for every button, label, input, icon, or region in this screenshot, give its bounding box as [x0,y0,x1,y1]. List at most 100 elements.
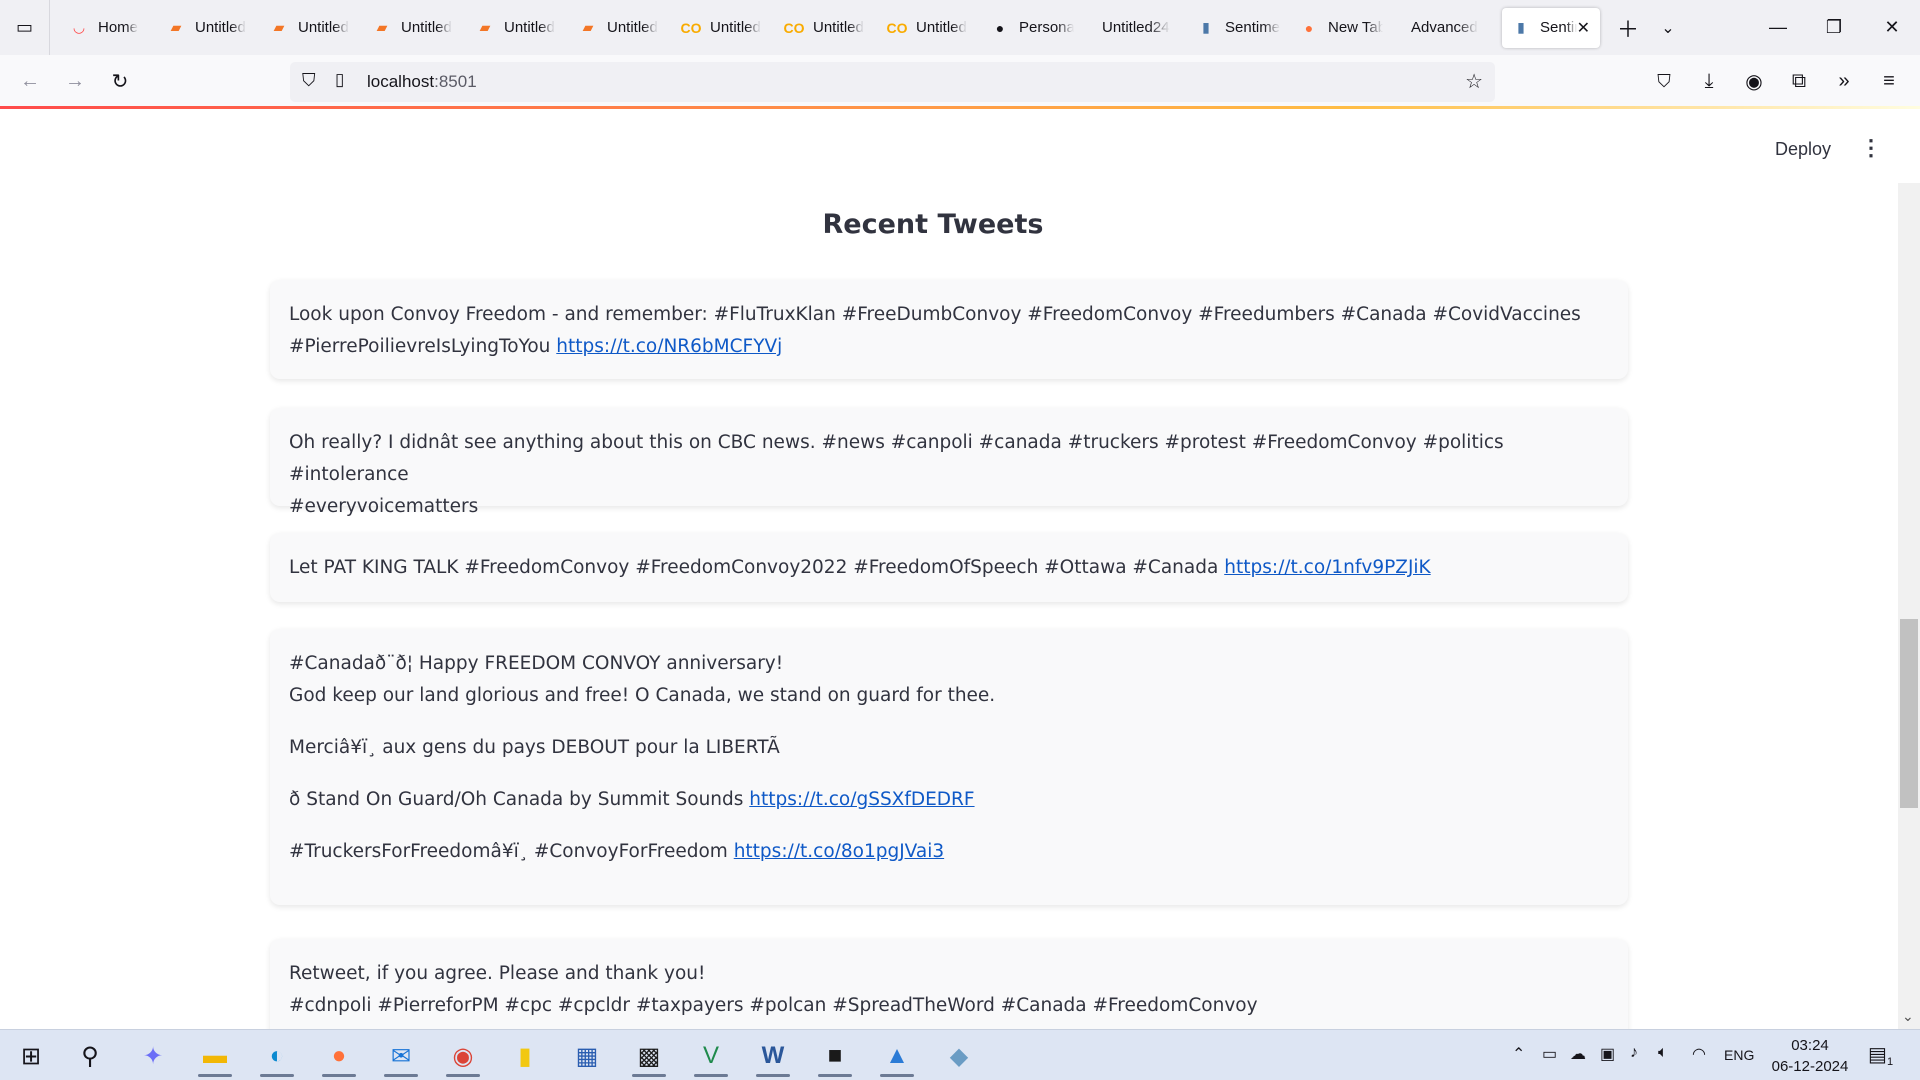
tab-label: Personal [1019,19,1074,36]
language-indicator[interactable]: ENG [1724,1047,1754,1063]
tweet-card: Oh really? I didnât see anything about t… [270,408,1628,517]
tweet-card: Retweet, if you agree. Please and thank … [270,939,1628,1029]
url-text: localhost:8501 [367,72,477,91]
tab-colab[interactable]: CO Untitled [672,8,775,48]
extensions-icon[interactable]: ⧉ [1779,61,1819,101]
tab-label: Untitled [813,19,864,36]
tab-sentiment[interactable]: ▮ Sentiment [1187,8,1290,48]
tab-colab[interactable]: CO Untitled [878,8,981,48]
download-icon[interactable]: ⤓ [1689,61,1729,101]
microphone-icon[interactable]: ♪ [1630,1044,1638,1062]
copilot-icon[interactable]: ✦ [128,1035,178,1077]
onedrive-icon[interactable]: ☁ [1570,1044,1586,1064]
battery-icon[interactable]: ▭ [1542,1044,1557,1064]
tweet-link[interactable]: https://t.co/1nfv9PZJiK [1224,557,1430,578]
tab-label: Untitled24 [1102,19,1170,36]
photos-icon[interactable]: ▲ [872,1035,922,1077]
tab-list-icon: ▭ [15,17,33,37]
github-icon: ● [995,19,1005,36]
url-bar[interactable]: ⛉ ▯ localhost:8501 ☆ [290,62,1495,102]
tweet-link[interactable]: https://t.co/gSSXfDEDRF [749,789,974,810]
terminal-icon[interactable]: ■ [810,1035,860,1077]
volume-icon[interactable]: 🔈︎ [1658,1044,1668,1062]
clock[interactable]: 03:24 06-12-2024 [1755,1035,1865,1077]
notebook-icon: ▰ [273,19,285,35]
tab-list-button[interactable]: ▭ [0,0,50,55]
notebook-icon: ▰ [479,19,491,35]
minimize-button[interactable]: — [1750,0,1806,55]
notebook-icon: ▰ [170,19,182,35]
tab-sentiment-active[interactable]: ▮ Sentiment ✕ [1502,7,1600,48]
tab-home[interactable]: ◡ Home [60,8,157,48]
tweet-link[interactable]: https://t.co/NR6bMCFYVj [556,336,782,357]
streamlit-app: Deploy ⋮ Recent Tweets Look upon Convoy … [0,109,1920,1029]
wifi-icon[interactable]: ◠ [1692,1044,1706,1064]
app-icon[interactable]: ▩ [624,1035,674,1077]
new-tab-button[interactable]: ＋ [1608,8,1648,48]
tab-untitled[interactable]: ▰ Untitled [157,8,260,48]
app2-icon[interactable]: ◆ [934,1035,984,1077]
tab-label: New Tab [1328,19,1383,36]
tweet-text: Oh really? I didnât see anything about t… [289,432,1504,485]
chevron-up-icon[interactable]: ⌃ [1512,1044,1525,1064]
tab-strip: ▭ ◡ Home ▰ Untitled ▰ Untitled ▰ Untitle… [0,0,1920,55]
search-icon[interactable]: ⚲ [65,1035,115,1077]
deploy-button[interactable]: Deploy [1775,139,1831,160]
close-window-button[interactable]: ✕ [1864,0,1920,55]
tab-new-tab[interactable]: ● New Tab [1290,8,1393,48]
tab-untitled[interactable]: ▰ Untitled [466,8,569,48]
windows-start-icon[interactable]: ⊞ [6,1035,56,1077]
tab-label: Sentiment [1225,19,1280,36]
back-button[interactable]: ← [10,61,50,101]
main-menu-icon[interactable]: ⋮ [1860,137,1882,159]
tweet-text: #Canadað¨ð¦ Happy FREEDOM CONVOY anniver… [289,653,784,674]
tab-untitled[interactable]: ▰ Untitled [569,8,672,48]
tweet-text: #cdnpoli #PierreforPM #cpc #cpcldr #taxp… [289,995,1258,1016]
tweet-text: God keep our land glorious and free! O C… [289,685,996,706]
tab-label: Untitled [298,19,349,36]
tweet-text: ð Stand On Guard/Oh Canada by Summit Sou… [289,789,975,810]
account-icon[interactable]: ◉ [1734,61,1774,101]
tweet-text: #TruckersForFreedomâ¥ï¸ #ConvoyForFreedo… [289,841,945,862]
tab-untitled24[interactable]: Untitled24 [1084,8,1187,48]
tweet-text: #everyvoicematters [289,496,479,517]
file-explorer-icon[interactable]: ▬ [190,1035,240,1077]
forward-button[interactable]: → [55,61,95,101]
tab-advanced[interactable]: Advanced [1393,8,1496,48]
hamburger-menu-icon[interactable]: ≡ [1869,61,1909,101]
bookmark-star-icon[interactable]: ☆ [1465,69,1483,94]
notification-icon[interactable]: ▤ [1868,1042,1887,1067]
word-icon[interactable]: W [748,1035,798,1077]
tweet-text: Merciâ¥ï¸ aux gens du pays DEBOUT pour l… [289,737,780,758]
notification-count: 1 [1887,1056,1894,1068]
chrome-icon[interactable]: ◉ [438,1035,488,1077]
tab-label: Untitled [504,19,555,36]
tab-colab[interactable]: CO Untitled [775,8,878,48]
page-scrollbar[interactable] [1898,183,1920,1029]
tweet-link[interactable]: https://t.co/8o1pgJVai3 [734,841,944,862]
firefox-icon[interactable]: ● [314,1035,364,1077]
power-bi-icon[interactable]: ▮ [500,1035,550,1077]
mail-icon[interactable]: ✉ [376,1035,426,1077]
pocket-icon[interactable]: ⛉ [1644,61,1684,101]
tab-github[interactable]: ● Personal [981,8,1084,48]
colab-icon: CO [680,19,702,36]
vs-icon[interactable]: V [686,1035,736,1077]
edge-icon[interactable]: ◐ [252,1035,302,1077]
device-icon[interactable]: ▣ [1600,1044,1615,1064]
tab-label: Advanced [1411,19,1478,36]
notebook-icon: ▰ [582,19,594,35]
tab-untitled[interactable]: ▰ Untitled [260,8,363,48]
overflow-menu-icon[interactable]: » [1824,61,1864,101]
close-tab-icon[interactable]: ✕ [1577,18,1590,38]
shield-icon[interactable]: ⛉ [302,70,316,91]
tab-untitled[interactable]: ▰ Untitled [363,8,466,48]
tab-overflow-chevron-icon[interactable]: ⌄ [1648,8,1688,48]
reload-button[interactable]: ↻ [100,61,140,101]
scroll-down-arrow-icon[interactable]: ⌄ [1902,1008,1914,1025]
tweet-card: #Canadað¨ð¦ Happy FREEDOM CONVOY anniver… [270,629,1628,905]
tweet-text: Look upon Convoy Freedom - and remember:… [289,304,1581,325]
restore-button[interactable]: ❐ [1806,0,1862,55]
scrollbar-thumb[interactable] [1900,619,1918,808]
taskview-icon[interactable]: ▦ [562,1035,612,1077]
